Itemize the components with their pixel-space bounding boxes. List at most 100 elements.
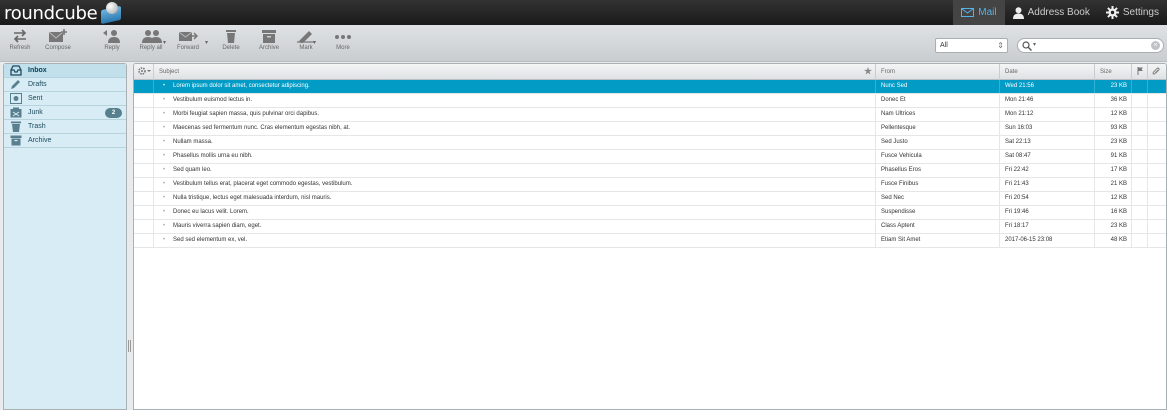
column-flag-icon[interactable] <box>1137 64 1144 80</box>
forward-button[interactable]: Forward <box>168 29 208 59</box>
message-status-icon[interactable]: • <box>163 136 165 149</box>
search-options-icon[interactable]: ▾ <box>1033 40 1036 51</box>
column-divider <box>153 234 154 247</box>
column-divider <box>1131 192 1132 205</box>
message-row[interactable]: • Vestibulum euismod lectus in. Donec Et Mo… <box>134 94 1166 108</box>
column-divider <box>875 80 876 93</box>
mark-dropdown-icon[interactable]: ▾ <box>313 39 316 46</box>
message-status-icon[interactable]: • <box>163 220 165 233</box>
refresh-button[interactable]: Refresh <box>0 29 40 59</box>
message-from: Donec Et <box>881 97 906 103</box>
message-row[interactable]: • Nulla tristique, lectus eget malesuada … <box>134 192 1166 206</box>
folder-label: Drafts <box>28 81 47 88</box>
archive-button[interactable]: Archive <box>249 29 289 59</box>
message-status-icon[interactable]: • <box>163 234 165 247</box>
column-divider <box>999 122 1000 135</box>
message-from: Suspendisse <box>881 209 916 215</box>
message-from: Class Aptent <box>881 223 915 229</box>
column-from[interactable]: From <box>881 64 895 80</box>
message-from: Sed Justo <box>881 139 908 145</box>
mark-button[interactable]: Mark <box>286 29 326 59</box>
folder-trash[interactable]: Trash <box>4 120 126 134</box>
message-date: Fri 19:46 <box>1005 209 1029 215</box>
message-row[interactable]: • Maecenas sed fermentum nunc. Cras eleme… <box>134 122 1166 136</box>
message-size: 16 KB <box>1110 209 1127 215</box>
compose-button[interactable]: Compose <box>38 29 78 59</box>
message-row[interactable]: • Phasellus mollis urna eu nibh. Fusce Veh… <box>134 150 1166 164</box>
message-subject: Sed quam leo. <box>173 167 212 173</box>
message-row[interactable]: • Morbi feugiat sapien massa, quis pulvin… <box>134 108 1166 122</box>
folder-inbox[interactable]: Inbox <box>4 64 126 78</box>
message-row[interactable]: • Mauris viverra sapien diam, eget. Class … <box>134 220 1166 234</box>
column-divider <box>153 80 154 93</box>
search-input[interactable]: ▾ × <box>1017 38 1164 53</box>
column-divider <box>1131 206 1132 219</box>
search-icon <box>1022 41 1032 51</box>
delete-button[interactable]: Delete <box>211 29 251 59</box>
message-row[interactable]: • Sed quam leo. Phasellus Eros Fri 22:42 17 … <box>134 164 1166 178</box>
message-subject: Vestibulum tellus erat, placerat eget co… <box>173 181 353 187</box>
message-row[interactable]: • Donec eu lacus velit. Lorem. Suspendisse… <box>134 206 1166 220</box>
filter-select[interactable]: All ⇕ <box>935 38 1008 53</box>
message-size: 23 KB <box>1110 139 1127 145</box>
message-from: Etiam Sit Amet <box>881 237 921 243</box>
pane-splitter[interactable] <box>128 340 131 352</box>
folder-junk[interactable]: Junk 2 <box>4 106 126 120</box>
message-subject: Vestibulum euismod lectus in. <box>173 97 253 103</box>
folder-sent[interactable]: Sent <box>4 92 126 106</box>
column-divider <box>153 178 154 191</box>
message-status-icon[interactable]: • <box>163 192 165 205</box>
message-subject: Maecenas sed fermentum nunc. Cras elemen… <box>173 125 351 131</box>
nav-address-book[interactable]: Address Book <box>1005 0 1098 25</box>
column-divider <box>999 192 1000 205</box>
message-from: Phasellus Eros <box>881 167 922 173</box>
column-divider <box>1094 206 1095 219</box>
message-status-icon[interactable]: • <box>163 206 165 219</box>
nav-settings[interactable]: Settings <box>1098 0 1167 25</box>
message-date: Mon 21:46 <box>1005 97 1034 103</box>
nav-mail[interactable]: Mail <box>953 0 1005 25</box>
message-status-icon[interactable]: • <box>163 80 165 93</box>
reply-button[interactable]: Reply <box>92 29 132 59</box>
column-divider <box>1131 150 1132 163</box>
message-size: 21 KB <box>1110 181 1127 187</box>
message-status-icon[interactable]: • <box>163 108 165 121</box>
person-icon <box>1012 6 1024 19</box>
message-size: 12 KB <box>1110 195 1127 201</box>
column-divider <box>153 94 154 107</box>
message-status-icon[interactable]: • <box>163 122 165 135</box>
message-row[interactable]: • Lorem ipsum dolor sit amet, consectetur… <box>134 80 1166 94</box>
column-divider <box>999 108 1000 121</box>
message-status-icon[interactable]: • <box>163 94 165 107</box>
message-row[interactable]: • Vestibulum tellus erat, placerat eget c… <box>134 178 1166 192</box>
message-status-icon[interactable]: • <box>163 178 165 191</box>
roundcube-logo[interactable]: roundcube <box>4 1 125 25</box>
folder-label: Junk <box>28 109 43 116</box>
gear-icon <box>1105 6 1119 19</box>
column-attachment-icon[interactable] <box>1152 64 1160 80</box>
column-divider <box>1147 80 1148 93</box>
reply-all-dropdown-icon[interactable]: ▾ <box>163 39 166 46</box>
message-row[interactable]: • Nullam massa. Sed Justo Sat 22:13 23 KB <box>134 136 1166 150</box>
column-flagged-star-icon[interactable] <box>864 64 872 80</box>
column-size[interactable]: Size <box>1100 64 1112 80</box>
column-divider <box>1131 108 1132 121</box>
message-size: 91 KB <box>1110 153 1127 159</box>
message-size: 23 KB <box>1110 83 1127 89</box>
message-status-icon[interactable]: • <box>163 164 165 177</box>
list-options-icon[interactable] <box>137 64 151 80</box>
column-divider <box>875 192 876 205</box>
column-date[interactable]: Date <box>1005 64 1018 80</box>
forward-dropdown-icon[interactable]: ▾ <box>205 39 208 46</box>
select-arrows-icon: ⇕ <box>997 41 1004 50</box>
more-button[interactable]: More <box>323 29 363 59</box>
folder-archive[interactable]: Archive <box>4 134 126 148</box>
message-size: 93 KB <box>1110 125 1127 131</box>
message-subject: Phasellus mollis urna eu nibh. <box>173 153 253 159</box>
message-status-icon[interactable]: • <box>163 150 165 163</box>
column-subject[interactable]: Subject <box>159 64 179 80</box>
folder-drafts[interactable]: Drafts <box>4 78 126 92</box>
forward-icon <box>178 31 198 41</box>
search-reset-icon[interactable]: × <box>1151 41 1160 50</box>
message-row[interactable]: • Sed sed elementum ex, vel. Etiam Sit Ame… <box>134 234 1166 248</box>
